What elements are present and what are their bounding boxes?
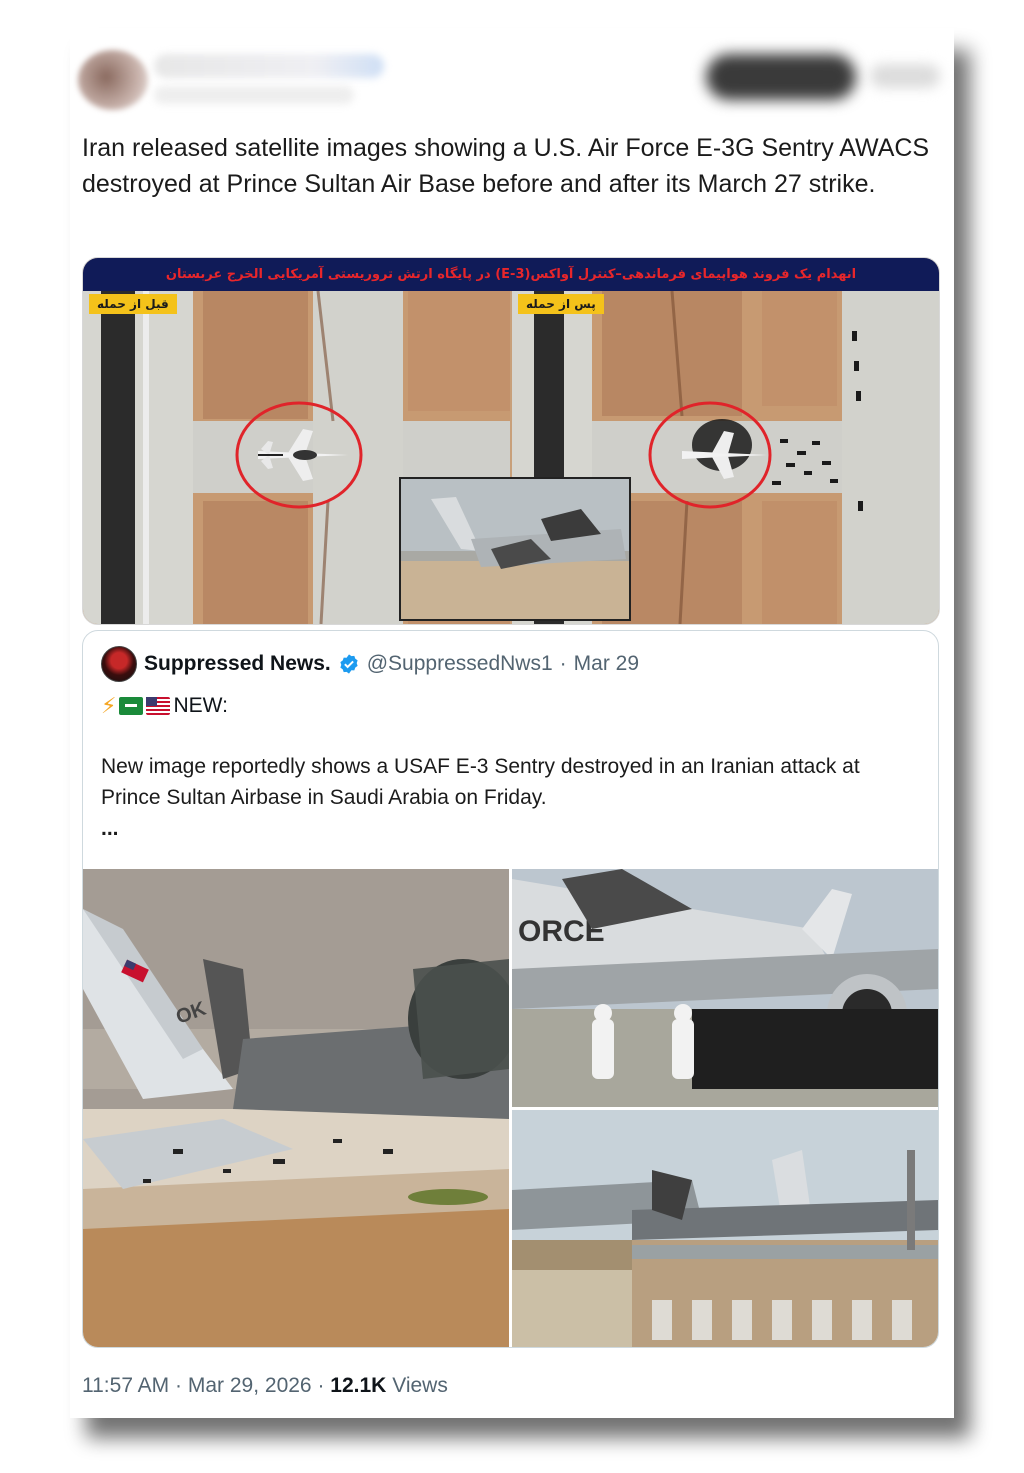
quoted-separator: · xyxy=(559,652,567,675)
wreck-inset-photo xyxy=(399,477,631,621)
verified-badge-icon xyxy=(340,654,358,674)
quoted-avatar[interactable] xyxy=(101,646,137,682)
tweet-footer: 11:57 AM · Mar 29, 2026 · 12.1K Views xyxy=(82,1374,448,1398)
quoted-photo-hazmat[interactable]: ORCE xyxy=(512,869,938,1107)
quoted-tweet[interactable]: Suppressed News. @SuppressedNws1 · Mar 2… xyxy=(82,630,939,1348)
tweet-text: Iran released satellite images showing a… xyxy=(82,134,930,198)
before-label: قبل از حمله xyxy=(89,294,177,314)
footer-separator: · xyxy=(317,1374,325,1397)
post-date[interactable]: Mar 29, 2026 xyxy=(188,1374,312,1397)
author-name-blurred[interactable] xyxy=(154,54,384,78)
after-label: پس از حمله xyxy=(518,294,604,314)
quoted-lead: NEW: xyxy=(173,694,228,717)
lightning-icon: ⚡ xyxy=(101,693,117,718)
tweet-card: Iran released satellite images showing a… xyxy=(70,28,954,1418)
author-avatar-blurred[interactable] xyxy=(78,50,148,110)
satellite-banner: انهدام یک فروند هواپیمای فرماندهی–کنترل … xyxy=(83,258,939,291)
quoted-author-name[interactable]: Suppressed News. xyxy=(144,652,331,676)
post-time[interactable]: 11:57 AM xyxy=(82,1374,169,1397)
follow-button-blurred[interactable] xyxy=(706,54,856,100)
quoted-ellipsis: ... xyxy=(101,817,119,840)
quoted-date[interactable]: Mar 29 xyxy=(574,652,639,676)
views-count: 12.1K xyxy=(330,1374,387,1397)
satellite-image[interactable]: انهدام یک فروند هواپیمای فرماندهی–کنترل … xyxy=(82,257,940,625)
saudi-flag-icon xyxy=(119,697,144,715)
quoted-text: New image reportedly shows a USAF E-3 Se… xyxy=(101,755,860,809)
quoted-photo-distant[interactable] xyxy=(512,1110,938,1347)
quoted-media-grid: OK ORCE xyxy=(83,869,938,1347)
views-label: Views xyxy=(392,1374,448,1397)
footer-separator: · xyxy=(175,1374,183,1397)
us-flag-icon xyxy=(146,697,171,715)
quoted-photo-tail[interactable]: OK xyxy=(83,869,509,1347)
quoted-handle[interactable]: @SuppressedNws1 xyxy=(367,652,553,676)
more-options-blurred[interactable] xyxy=(870,64,940,88)
author-handle-blurred xyxy=(154,86,354,104)
